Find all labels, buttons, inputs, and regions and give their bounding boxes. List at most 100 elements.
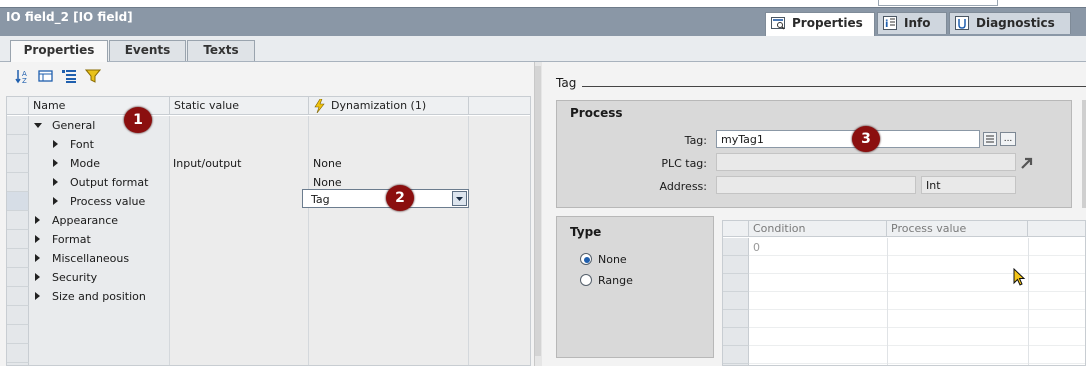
dynamization-cell[interactable] [309, 116, 469, 135]
condition-row-header[interactable] [723, 256, 749, 274]
column-header-static-value[interactable]: Static value [170, 97, 309, 115]
condition-row-header[interactable] [723, 328, 749, 346]
radio-range[interactable] [580, 274, 592, 286]
condition-row[interactable] [749, 274, 1085, 292]
condition-row-header[interactable] [723, 274, 749, 292]
dynamization-cell[interactable]: None [309, 154, 469, 173]
tab-info[interactable]: i Info [877, 12, 947, 34]
row-header[interactable] [7, 173, 29, 192]
list-view-icon[interactable] [61, 68, 77, 84]
property-row[interactable]: Mode Input/output None [29, 154, 530, 173]
row-header[interactable] [7, 249, 29, 268]
column-divider [1028, 292, 1029, 310]
condition-row-header[interactable] [723, 346, 749, 364]
process-title: Process [570, 106, 623, 120]
radio-none[interactable] [580, 253, 592, 265]
row-header[interactable] [7, 192, 29, 211]
condition-row[interactable] [749, 328, 1085, 346]
row-header[interactable] [7, 211, 29, 230]
static-value-cell[interactable] [170, 249, 309, 268]
sort-icon[interactable]: A Z [15, 68, 31, 84]
static-value-cell[interactable] [170, 268, 309, 287]
chevron-down-icon[interactable] [452, 191, 467, 206]
expand-right-icon[interactable] [53, 159, 58, 167]
row-header[interactable] [7, 306, 29, 325]
dynamization-cell[interactable] [309, 135, 469, 154]
condition-row[interactable] [749, 346, 1085, 364]
callout-marker-2: 2 [386, 185, 414, 211]
right-edge-scrollbar[interactable] [1082, 100, 1086, 208]
property-row[interactable]: General [29, 116, 530, 135]
filler-cell [469, 192, 530, 211]
expand-right-icon[interactable] [35, 273, 40, 281]
tab-properties[interactable]: Properties [765, 12, 875, 37]
property-name: Miscellaneous [52, 252, 130, 265]
property-row[interactable]: Format [29, 230, 530, 249]
property-row[interactable]: Security [29, 268, 530, 287]
expand-right-icon[interactable] [53, 178, 58, 186]
property-row[interactable]: Appearance [29, 211, 530, 230]
scrollbar-thumb[interactable] [535, 66, 541, 356]
tag-field[interactable]: myTag1 [716, 130, 980, 148]
property-row[interactable]: Font [29, 135, 530, 154]
dynamization-cell[interactable] [309, 230, 469, 249]
row-header[interactable] [7, 268, 29, 287]
condition-row[interactable] [749, 238, 1085, 256]
dynamization-cell[interactable] [309, 211, 469, 230]
filler-cell [469, 287, 530, 306]
subtab-events[interactable]: Events [109, 40, 186, 61]
static-value-cell[interactable] [170, 287, 309, 306]
filter-icon[interactable] [85, 68, 101, 84]
address-label: Address: [659, 180, 707, 193]
dynamization-cell[interactable] [309, 249, 469, 268]
expand-right-icon[interactable] [53, 140, 58, 148]
static-value-cell[interactable] [170, 211, 309, 230]
column-divider [887, 274, 888, 292]
expand-right-icon[interactable] [35, 254, 40, 262]
row-header[interactable] [7, 230, 29, 249]
row-header[interactable] [7, 116, 29, 135]
condition-row[interactable] [749, 292, 1085, 310]
subtab-texts[interactable]: Texts [187, 40, 255, 61]
tag-browse-button[interactable]: ... [1000, 132, 1016, 146]
expand-right-icon[interactable] [35, 292, 40, 300]
static-value-cell[interactable] [170, 135, 309, 154]
row-header[interactable] [7, 135, 29, 154]
row-header[interactable] [7, 287, 29, 306]
condition-row[interactable] [749, 256, 1085, 274]
property-row[interactable]: Miscellaneous [29, 249, 530, 268]
expand-right-icon[interactable] [35, 216, 40, 224]
column-header-dynamization[interactable]: Dynamization (1) [309, 97, 469, 115]
static-value-cell[interactable] [170, 116, 309, 135]
filler-cell [469, 116, 530, 135]
section-heading-tag: Tag [556, 76, 577, 90]
expand-right-icon[interactable] [35, 235, 40, 243]
static-value-cell[interactable] [170, 173, 309, 192]
static-value-cell[interactable] [170, 230, 309, 249]
property-name: Format [52, 233, 91, 246]
condition-row[interactable] [749, 310, 1085, 328]
expand-right-icon[interactable] [53, 197, 58, 205]
condition-row-header[interactable] [723, 238, 749, 256]
static-value-cell[interactable]: Input/output [170, 154, 309, 173]
subtab-properties[interactable]: Properties [10, 40, 108, 63]
condition-row-header[interactable] [723, 310, 749, 328]
row-header[interactable] [7, 344, 29, 363]
tab-diagnostics[interactable]: Diagnostics [949, 12, 1071, 34]
dynamization-cell[interactable] [309, 287, 469, 306]
goto-arrow-icon[interactable] [1020, 156, 1034, 170]
tag-list-icon[interactable] [983, 132, 997, 146]
expand-down-icon[interactable] [34, 123, 42, 128]
row-header[interactable] [7, 154, 29, 173]
folder-view-icon[interactable] [38, 68, 54, 84]
condition-cell[interactable]: 0 [753, 241, 760, 254]
dynamization-cell[interactable] [309, 268, 469, 287]
property-name: Security [52, 271, 98, 284]
condition-row-header[interactable] [723, 292, 749, 310]
property-row[interactable]: Size and position [29, 287, 530, 306]
column-header-process-value[interactable]: Process value [887, 221, 1028, 237]
dynamization-cell [309, 344, 469, 363]
row-header[interactable] [7, 325, 29, 344]
static-value-cell[interactable] [170, 192, 309, 211]
column-header-condition[interactable]: Condition [749, 221, 887, 237]
